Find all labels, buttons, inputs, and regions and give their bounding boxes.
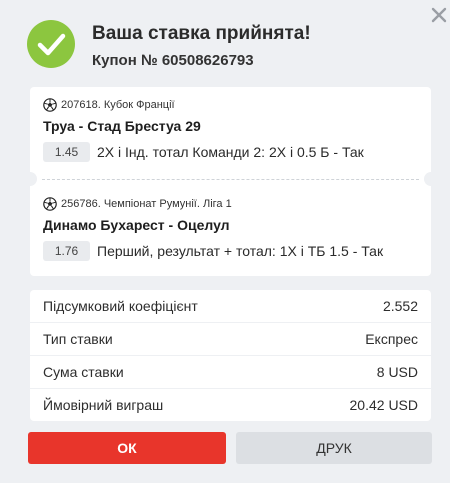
close-icon	[431, 7, 447, 23]
summary-row-total-odds: Підсумковий коефіцієнт 2.552	[30, 290, 431, 322]
summary-label: Ймовірний виграш	[43, 397, 164, 413]
bets-card: 207618. Кубок Франції Труа - Стад Бресту…	[23, 87, 438, 276]
bet-teams: Труа - Стад Брестуа 29	[43, 118, 201, 134]
bet-item: 256786. Чемпіонат Румунії. Ліга 1 Динамо…	[43, 196, 419, 261]
odds-badge: 1.76	[43, 241, 90, 261]
coupon-number: Купон № 60508626793	[92, 52, 254, 69]
summary-value: 2.552	[382, 298, 418, 314]
summary-value: Експрес	[365, 331, 418, 347]
summary-value: 20.42 USD	[349, 397, 418, 413]
soccer-ball-icon	[43, 98, 57, 112]
ok-button[interactable]: ОК	[28, 432, 226, 464]
bet-item: 207618. Кубок Франції Труа - Стад Бресту…	[43, 97, 419, 162]
summary-label: Підсумковий коефіцієнт	[43, 298, 198, 314]
bet-teams: Динамо Бухарест - Оцелул	[43, 217, 230, 233]
soccer-ball-icon	[43, 197, 57, 211]
summary-label: Сума ставки	[43, 364, 124, 380]
bet-event-meta: 207618. Кубок Франції	[61, 99, 175, 111]
summary-label: Тип ставки	[43, 331, 113, 347]
summary-row-stake: Сума ставки 8 USD	[30, 356, 431, 388]
odds-badge: 1.45	[43, 142, 90, 162]
summary-table: Підсумковий коефіцієнт 2.552 Тип ставки …	[30, 290, 431, 422]
close-button[interactable]	[430, 6, 448, 24]
dialog-header: Ваша ставка прийнята! Купон № 6050862679…	[27, 20, 311, 69]
summary-value: 8 USD	[376, 364, 418, 380]
summary-row-bet-type: Тип ставки Експрес	[30, 323, 431, 355]
bet-event-meta: 256786. Чемпіонат Румунії. Ліга 1	[61, 198, 232, 210]
print-button[interactable]: ДРУК	[236, 432, 432, 464]
check-circle-icon	[27, 20, 75, 68]
bet-outcome: 2X і Інд. тотал Команди 2: 2X і 0.5 Б - …	[97, 144, 364, 160]
bet-outcome: Перший, результат + тотал: 1Х і ТБ 1.5 -…	[97, 243, 384, 259]
summary-row-potential-win: Ймовірний виграш 20.42 USD	[30, 389, 431, 421]
dialog-title: Ваша ставка прийнята!	[92, 23, 311, 44]
